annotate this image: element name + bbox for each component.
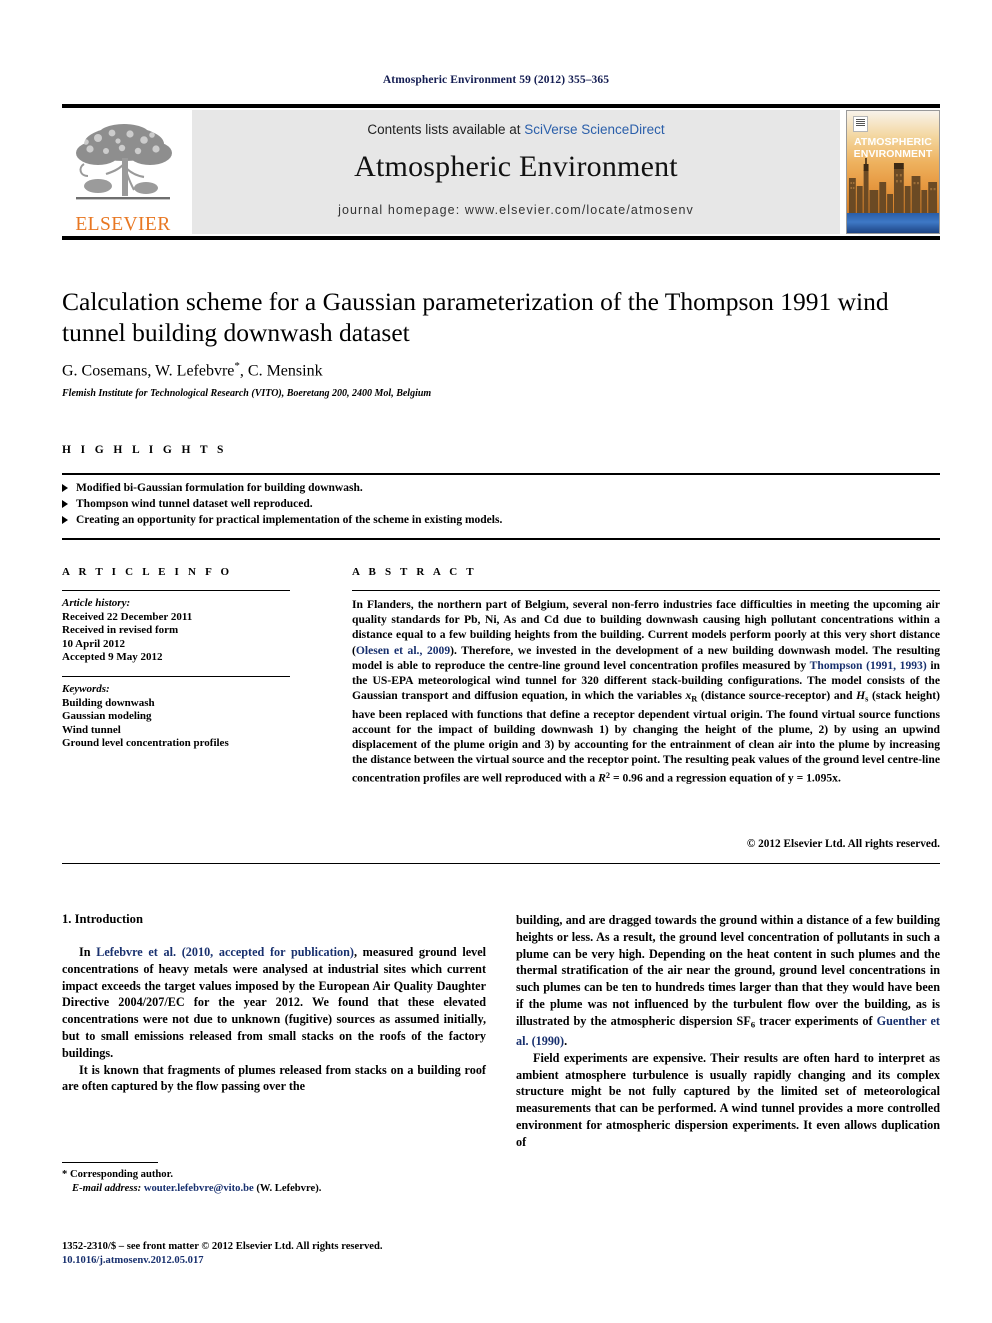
triangle-bullet-icon — [62, 516, 68, 524]
article-info-rule — [62, 590, 290, 591]
keyword-item: Building downwash — [62, 696, 155, 709]
section-heading-introduction: 1. Introduction — [62, 912, 143, 926]
elsevier-tree-icon — [76, 123, 172, 199]
abstract-rule — [352, 590, 940, 591]
history-revised-label: Received in revised form — [62, 624, 179, 637]
highlights-bottom-rule — [62, 538, 940, 540]
highlight-text: Creating an opportunity for practical im… — [76, 514, 503, 526]
cover-water-band — [847, 213, 939, 233]
body-column-right: building, and are dragged towards the gr… — [516, 912, 940, 1151]
keyword-item: Wind tunnel — [62, 723, 121, 736]
running-head: Atmospheric Environment 59 (2012) 355–36… — [382, 74, 610, 86]
paragraph: It is known that fragments of plumes rel… — [62, 1062, 486, 1094]
highlights-heading: H I G H L I G H T S — [62, 444, 227, 456]
variable-r: R — [598, 771, 606, 785]
journal-cover-thumbnail: ATMOSPHERIC ENVIRONMENT — [846, 110, 940, 234]
cover-title-line1: ATMOSPHERIC — [854, 136, 932, 148]
journal-homepage-link[interactable]: journal homepage: www.elsevier.com/locat… — [192, 203, 840, 217]
abstract-part-6: = 0.96 and a regression equation of y = … — [610, 771, 841, 785]
history-accepted: Accepted 9 May 2012 — [62, 651, 163, 664]
affiliation: Flemish Institute for Technological Rese… — [62, 388, 432, 399]
paragraph-part: tracer experiments of — [755, 1013, 877, 1028]
journal-banner: Contents lists available at SciVerse Sci… — [192, 110, 840, 234]
authors-rest: , C. Mensink — [239, 362, 323, 380]
author-list: G. Cosemans, W. Lefebvre*, C. Mensink — [62, 360, 940, 380]
list-item: Modified bi-Gaussian formulation for bui… — [62, 480, 940, 496]
list-item: Creating an opportunity for practical im… — [62, 512, 940, 528]
history-received: Received 22 December 2011 — [62, 610, 193, 623]
citation-olesen[interactable]: Olesen et al., 2009 — [356, 644, 450, 657]
body-column-left: In Lefebvre et al. (2010, accepted for p… — [62, 944, 486, 1095]
abstract-part-4: (distance source-receptor) and — [697, 689, 857, 703]
elsevier-wordmark: ELSEVIER — [75, 213, 171, 235]
triangle-bullet-icon — [62, 484, 68, 492]
footnote-rule — [62, 1162, 158, 1163]
cover-publisher-mark-icon — [853, 116, 868, 132]
abstract-text: In Flanders, the northern part of Belgiu… — [352, 597, 940, 785]
email-label: E-mail address: — [72, 1183, 142, 1194]
page-title: Calculation scheme for a Gaussian parame… — [62, 287, 889, 347]
journal-title: Atmospheric Environment — [354, 150, 678, 183]
email-owner: (W. Lefebvre). — [253, 1183, 322, 1194]
history-revised-date: 10 April 2012 — [62, 637, 125, 650]
issn-frontmatter: 1352-2310/$ – see front matter © 2012 El… — [62, 1241, 383, 1252]
paragraph-part: . — [564, 1034, 568, 1049]
article-info-heading: A R T I C L E I N F O — [62, 566, 233, 578]
corresponding-author-note: * Corresponding author. — [62, 1169, 173, 1180]
abstract-part-5: (stack height) have been replaced with f… — [352, 689, 941, 785]
elsevier-logo: ELSEVIER — [62, 110, 184, 234]
copyright-line: © 2012 Elsevier Ltd. All rights reserved… — [746, 838, 940, 850]
article-history-label: Article history: — [62, 597, 131, 609]
paragraph-part: , measured ground level concentrations o… — [62, 945, 487, 1060]
email-link[interactable]: wouter.lefebvre@vito.be — [144, 1183, 254, 1194]
keyword-item: Ground level concentration profiles — [62, 737, 229, 750]
authors-primary: G. Cosemans, W. Lefebvre — [62, 362, 235, 380]
abstract-bottom-rule — [62, 863, 940, 864]
paragraph: Field experiments are expensive. Their r… — [516, 1050, 940, 1149]
article-history: Article history: Received 22 December 20… — [62, 597, 290, 665]
keywords-block: Keywords: Building downwash Gaussian mod… — [62, 683, 290, 751]
paragraph: building, and are dragged towards the gr… — [516, 912, 940, 1050]
highlight-text: Thompson wind tunnel dataset well reprod… — [76, 498, 313, 510]
keywords-rule — [62, 676, 290, 677]
contents-prefix: Contents lists available at — [367, 122, 525, 137]
masthead-top-rule — [62, 104, 940, 108]
keywords-label: Keywords: — [62, 683, 110, 695]
cover-cityscape-icon — [848, 158, 938, 214]
journal-article-page: Atmospheric Environment 59 (2012) 355–36… — [0, 0, 992, 1323]
highlight-text: Modified bi-Gaussian formulation for bui… — [76, 482, 363, 494]
variable-h: H — [856, 689, 866, 703]
triangle-bullet-icon — [62, 500, 68, 508]
citation-thompson[interactable]: Thompson (1991, 1993) — [810, 659, 927, 672]
doi-link[interactable]: 10.1016/j.atmosenv.2012.05.017 — [62, 1255, 204, 1266]
sciencedirect-link[interactable]: SciVerse ScienceDirect — [524, 122, 664, 137]
abstract-heading: A B S T R A C T — [352, 566, 477, 578]
paragraph: In Lefebvre et al. (2010, accepted for p… — [62, 944, 486, 1062]
paragraph-part: building, and are dragged towards the gr… — [516, 913, 940, 1028]
highlights-list: Modified bi-Gaussian formulation for bui… — [62, 480, 940, 528]
keyword-item: Gaussian modeling — [62, 710, 152, 723]
contents-available-line: Contents lists available at SciVerse Sci… — [192, 122, 840, 137]
highlights-top-rule — [62, 473, 940, 475]
footnote-block: * Corresponding author. E-mail address: … — [62, 1168, 486, 1196]
list-item: Thompson wind tunnel dataset well reprod… — [62, 496, 940, 512]
imprint-block: 1352-2310/$ – see front matter © 2012 El… — [62, 1240, 562, 1268]
citation-lefebvre[interactable]: Lefebvre et al. (2010, accepted for publ… — [96, 945, 354, 959]
masthead-bottom-rule — [62, 236, 940, 240]
paragraph-part: In — [79, 945, 97, 959]
